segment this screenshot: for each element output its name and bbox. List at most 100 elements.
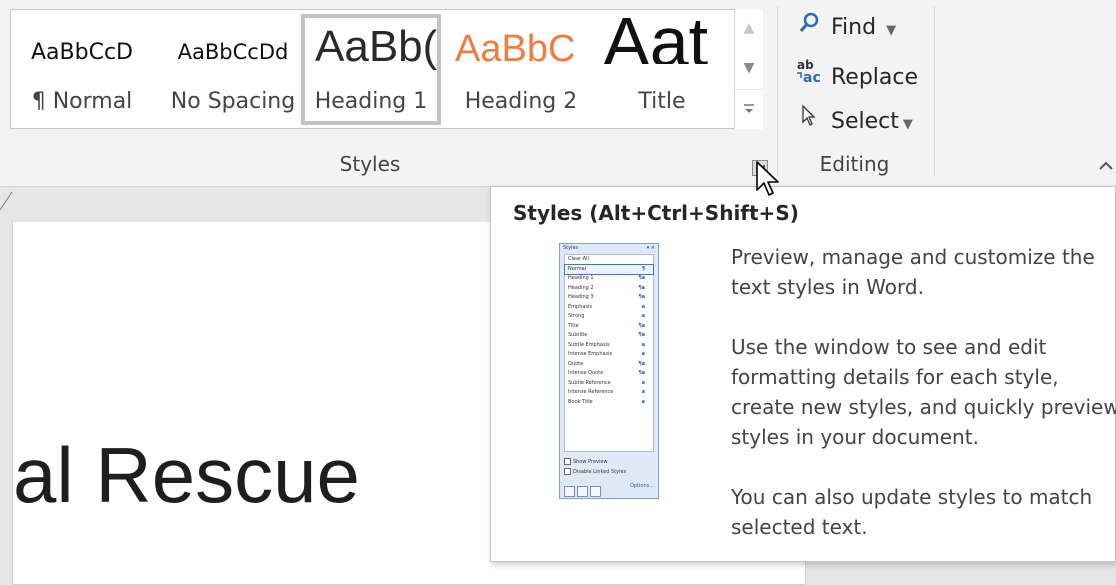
style-list-item: Normal ¶ [564, 263, 654, 275]
style-list-item: Intense Reference a [565, 388, 653, 398]
style-type-icon: a [641, 398, 645, 405]
style-heading-1[interactable]: AaBb( Heading 1 [301, 14, 441, 125]
chevron-up-icon [1099, 161, 1113, 170]
tooltip-description: You can also update styles to match sele… [731, 485, 1093, 539]
style-name: ¶ Normal [31, 89, 133, 114]
style-name: No Spacing [170, 89, 296, 114]
style-list-item-label: Heading 2 [568, 284, 594, 291]
style-list-item-label: Heading 3 [568, 294, 594, 300]
style-type-icon: a [641, 389, 645, 395]
styles-tooltip: Styles (Alt+Ctrl+Shift+S) Styles ▾ × Cle… [490, 186, 1116, 562]
style-preview: AaBb( [315, 22, 437, 71]
editing-group: Find ▼ ab ac Replace Select ▼ Editing [782, 0, 932, 186]
pane-controls-icon: ▾ × [646, 245, 655, 251]
chevron-down-icon: ▼ [886, 23, 897, 38]
tooltip-description: Preview, manage and customize the text s… [731, 245, 1095, 299]
style-list-item-label: Intense Reference [568, 389, 614, 395]
style-name: Heading 2 [464, 89, 578, 114]
style-list-item-label: Strong [568, 313, 585, 319]
style-list-item: Quote ¶a [565, 360, 653, 370]
gallery-scroll-down-button[interactable]: ▼ [735, 49, 763, 87]
tooltip-description: Use the window to see and edit formattin… [731, 335, 1116, 449]
style-list-item: Strong a [565, 312, 653, 322]
style-no-spacing[interactable]: AaBbCcDd No Spacing [161, 10, 305, 129]
style-preview: AaBbC [455, 28, 576, 70]
chevron-down-icon: ▼ [902, 117, 913, 132]
style-list-item-label: Subtitle [568, 332, 588, 338]
styles-pane-preview: Styles ▾ × Clear All Normal ¶ Heading 1 ¶a He… [559, 243, 659, 499]
style-type-icon: a [641, 379, 645, 386]
select-button[interactable]: Select ▼ [794, 104, 913, 138]
options-link: Options... [629, 483, 654, 489]
style-type-icon: ¶a [638, 370, 645, 376]
style-list-item-label: Clear All [568, 256, 589, 262]
styles-list: Clear All Normal ¶ Heading 1 ¶a Heading 2 ¶a He… [564, 254, 654, 452]
style-list-item: Emphasis a [565, 303, 653, 313]
style-heading-2[interactable]: AaBbC Heading 2 [447, 10, 595, 129]
gallery-more-button[interactable] [735, 89, 763, 128]
style-type-icon: a [641, 351, 645, 357]
style-inspector-icon [577, 486, 588, 497]
style-list-item-label: Emphasis [568, 303, 593, 310]
manage-styles-icon [590, 486, 601, 497]
style-list-item-label: Heading 1 [568, 275, 594, 281]
style-list-item: Heading 3 ¶a [565, 293, 653, 303]
styles-gallery: AaBbCcD ¶ Normal AaBbCcDd No Spacing AaB… [10, 9, 763, 129]
style-list-item: Heading 2 ¶a [565, 284, 653, 294]
style-preview: Aat [603, 10, 709, 64]
style-type-icon: ¶a [638, 284, 645, 291]
style-list-item: Title ¶a [565, 322, 653, 332]
style-list-item: Heading 1 ¶a [565, 274, 653, 284]
svg-text:ac: ac [803, 70, 821, 84]
style-list-item-label: Normal [568, 265, 587, 272]
replace-button[interactable]: ab ac Replace [794, 58, 918, 92]
style-list-item: Subtle Reference a [565, 379, 653, 389]
editing-group-label: Editing [819, 152, 890, 176]
style-list-item-label: Book Title [568, 398, 593, 405]
replace-icon: ab ac [794, 58, 824, 86]
disable-linked-styles-checkbox: Disable Linked Styles [564, 468, 626, 475]
pane-title: Styles [563, 245, 579, 251]
style-type-icon: ¶a [638, 275, 645, 281]
style-type-icon: ¶ [641, 265, 645, 272]
styles-group-label: Styles [339, 152, 401, 176]
style-type-icon: ¶a [638, 360, 645, 367]
group-divider [777, 6, 778, 176]
style-list-item: Intense Emphasis a [565, 350, 653, 360]
style-list-item: Book Title a [565, 398, 653, 408]
style-type-icon: ¶a [638, 332, 645, 338]
style-list-item: Intense Quote ¶a [565, 369, 653, 379]
style-title[interactable]: Aat Title [597, 10, 727, 129]
page-corner-mark [0, 191, 13, 211]
group-divider [934, 6, 935, 176]
select-label: Select [831, 109, 899, 134]
style-list-item-label: Intense Emphasis [568, 351, 613, 357]
style-type-icon: ¶a [638, 322, 645, 329]
style-type-icon: a [641, 303, 645, 310]
style-type-icon: a [641, 313, 645, 319]
pointer-icon [794, 104, 824, 134]
style-list-item-label: Title [568, 322, 579, 329]
style-list-item-label: Quote [568, 360, 584, 367]
style-list-item: Subtle Emphasis a [565, 341, 653, 351]
style-name: Heading 1 [314, 89, 428, 114]
style-list-item-label: Intense Quote [568, 370, 604, 376]
style-list-item: Subtitle ¶a [565, 331, 653, 341]
style-name: Title [638, 89, 686, 114]
gallery-scroll-up-button[interactable]: ▲ [735, 9, 763, 47]
replace-label: Replace [831, 65, 919, 90]
style-type-icon: ¶a [638, 294, 645, 300]
style-type-icon: a [641, 341, 645, 348]
gallery-scroll: ▲ ▼ [734, 9, 763, 129]
magnifier-icon [794, 12, 824, 40]
pane-buttons [564, 482, 603, 501]
ribbon: AaBbCcD ¶ Normal AaBbCcDd No Spacing AaB… [0, 0, 1116, 187]
style-normal[interactable]: AaBbCcD ¶ Normal [13, 10, 151, 129]
find-button[interactable]: Find ▼ [794, 12, 896, 46]
collapse-ribbon-button[interactable] [1098, 156, 1114, 175]
find-label: Find [831, 15, 877, 40]
document-heading[interactable]: al Rescue [13, 430, 360, 520]
more-icon [744, 104, 754, 113]
style-list-item-label: Subtle Emphasis [568, 341, 610, 348]
style-list-item-label: Subtle Reference [568, 379, 611, 386]
